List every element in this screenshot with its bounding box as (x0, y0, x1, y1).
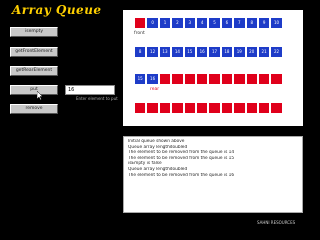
queue-cell: 8 (134, 46, 147, 58)
queue-cell (270, 73, 283, 85)
queue-cell: 10 (270, 17, 283, 29)
queue-cell (220, 102, 234, 114)
footer-credit: SAHNI RESOURCES (257, 220, 296, 225)
queue-cell (183, 102, 196, 114)
output-log: Initial queue shown above Queue array le… (123, 136, 303, 213)
queue-row-2: 8 12 13 14 15 16 17 18 19 20 21 22 (134, 46, 283, 58)
queue-cell: 7 (233, 17, 246, 29)
queue-cell: 20 (245, 46, 258, 58)
queue-cell: 16 (195, 46, 209, 58)
queue-cell (245, 102, 258, 114)
rear-label: rear (150, 87, 160, 92)
queue-cell (195, 73, 209, 85)
queue-cell: 8 (245, 17, 258, 29)
queue-cell: 4 (195, 17, 209, 29)
get-rear-element-button[interactable]: getRearElement (10, 66, 58, 76)
queue-cell (220, 73, 234, 85)
queue-cell (233, 102, 246, 114)
front-label: front (134, 31, 145, 36)
get-front-element-button[interactable]: getFrontElement (10, 47, 58, 57)
queue-cell: 16 (146, 73, 159, 85)
queue-cell: 15 (183, 46, 196, 58)
queue-cell: 2 (171, 17, 184, 29)
queue-cell (158, 102, 172, 114)
app-title: Array Queue (12, 3, 102, 17)
queue-cell (134, 102, 147, 114)
queue-visualization: 0 1 2 3 4 5 6 7 8 9 10 front 8 12 13 14 15 16 17 18 19 20 21… (123, 10, 303, 126)
queue-cell: 3 (183, 17, 196, 29)
queue-cell (245, 73, 258, 85)
queue-cell (208, 102, 221, 114)
queue-cell (195, 102, 209, 114)
element-input[interactable]: 16 (65, 85, 115, 95)
queue-cell: 14 (171, 46, 184, 58)
log-line: The element to be removed from the queue… (128, 172, 235, 178)
queue-cell: 19 (233, 46, 246, 58)
queue-cell (257, 73, 271, 85)
queue-cell: 22 (270, 46, 283, 58)
mouse-cursor-icon (37, 91, 43, 100)
queue-row-4 (134, 102, 283, 114)
queue-row-1: 0 1 2 3 4 5 6 7 8 9 10 (134, 17, 283, 29)
queue-cell: 17 (208, 46, 221, 58)
queue-cell: 15 (134, 73, 147, 85)
queue-cell: 12 (146, 46, 159, 58)
queue-cell (257, 102, 271, 114)
queue-cell (183, 73, 196, 85)
queue-cell: 9 (257, 17, 271, 29)
remove-button[interactable]: remove (10, 104, 58, 114)
queue-cell: 5 (208, 17, 221, 29)
queue-row-3: 15 16 (134, 73, 283, 85)
queue-cell: 13 (158, 46, 172, 58)
queue-cell: 18 (220, 46, 234, 58)
queue-cell: 0 (146, 17, 159, 29)
isempty-button[interactable]: isempty (10, 27, 58, 37)
queue-cell: 21 (257, 46, 271, 58)
put-button[interactable]: put (10, 85, 58, 95)
queue-cell: 6 (220, 17, 234, 29)
element-input-caption: Enter element to put (76, 96, 118, 101)
queue-cell (270, 102, 283, 114)
queue-cell (208, 73, 221, 85)
queue-cell (134, 17, 147, 29)
queue-cell (171, 102, 184, 114)
queue-cell: 1 (158, 17, 172, 29)
queue-cell (171, 73, 184, 85)
queue-cell (233, 73, 246, 85)
queue-cell (158, 73, 172, 85)
queue-cell (146, 102, 159, 114)
